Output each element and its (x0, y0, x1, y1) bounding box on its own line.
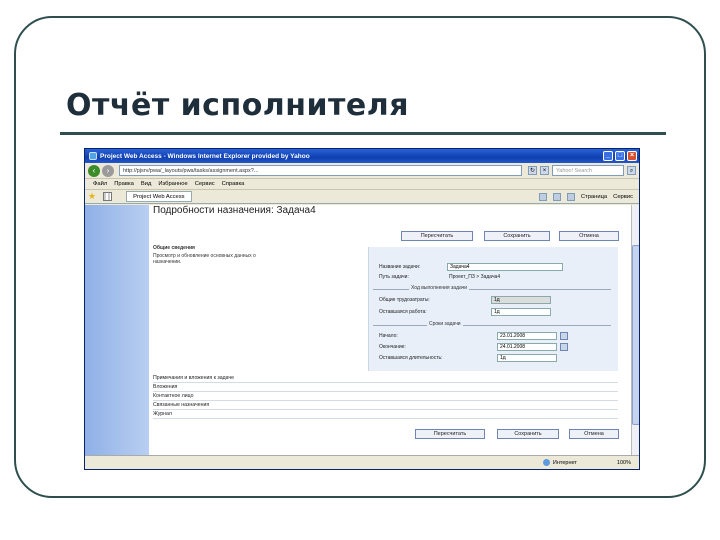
work-group-title: Ход выполнения задачи (409, 285, 470, 291)
total-work-label: Общие трудозатраты: (379, 297, 430, 303)
save-button-top[interactable]: Сохранить (484, 231, 550, 241)
page-menu[interactable]: Страница (581, 194, 607, 200)
dates-group-line (373, 325, 611, 326)
left-navigation-pane (85, 205, 149, 457)
window-title: Project Web Access - Windows Internet Ex… (100, 152, 310, 160)
tab-bar: ★ Project Web Access Страница Сервис (85, 190, 639, 204)
task-path-value: Проект_ПЗ > Задача4 (449, 274, 501, 280)
section-related-assignments[interactable]: Связанные назначения (153, 402, 618, 410)
maximize-button[interactable]: □ (615, 151, 625, 161)
ie-icon (89, 152, 97, 160)
address-bar: ‹ › http://pjsrv/pwa/_layouts/pwa/tasks/… (85, 163, 639, 179)
minimize-button[interactable]: _ (603, 151, 613, 161)
general-section-description: Просмотр и обновление основных данных о … (153, 253, 256, 265)
feeds-icon[interactable] (552, 192, 561, 201)
print-icon[interactable] (566, 192, 575, 201)
browser-window: Project Web Access - Windows Internet Ex… (84, 148, 640, 470)
menu-view[interactable]: Вид (141, 181, 152, 187)
url-input[interactable]: http://pjsrv/pwa/_layouts/pwa/tasks/assi… (119, 165, 522, 176)
refresh-icon[interactable]: ↻ (528, 166, 537, 175)
remaining-work-field[interactable]: 1д (491, 308, 551, 316)
task-name-field[interactable]: Задача4 (447, 263, 563, 271)
favorites-star-icon[interactable]: ★ (88, 191, 96, 202)
browser-titlebar: Project Web Access - Windows Internet Ex… (85, 149, 639, 163)
title-underline (60, 132, 666, 135)
back-icon[interactable]: ‹ (88, 164, 100, 177)
page-content: Подробности назначения: Задача4 Пересчит… (85, 205, 639, 457)
cancel-button-top[interactable]: Отмена (559, 231, 619, 241)
task-path-label: Путь задачи: (379, 274, 409, 280)
menu-bar: Файл Правка Вид Избранное Сервис Справка (85, 179, 639, 190)
recalculate-button-bottom[interactable]: Пересчитать (415, 429, 485, 439)
remaining-duration-label: Оставшаяся длительность: (379, 355, 443, 361)
section-history[interactable]: Журнал (153, 411, 618, 419)
search-input[interactable]: Yahoo! Search (552, 165, 624, 176)
general-section: Общие сведения Просмотр и обновление осн… (153, 245, 367, 265)
remaining-duration-field[interactable]: 1д (497, 354, 557, 362)
menu-favorites[interactable]: Избранное (158, 181, 187, 187)
menu-tools[interactable]: Сервис (195, 181, 215, 187)
globe-icon (542, 459, 550, 466)
section-notes[interactable]: Примечания и вложения к задаче (153, 375, 618, 383)
cancel-button-bottom[interactable]: Отмена (569, 429, 619, 439)
save-button-bottom[interactable]: Сохранить (497, 429, 559, 439)
search-icon[interactable]: ⌕ (627, 166, 636, 175)
start-label: Начало: (379, 333, 398, 339)
slide-title: Отчёт исполнителя (66, 88, 409, 123)
start-calendar-icon[interactable] (560, 332, 568, 340)
dates-group-title: Сроки задачи (427, 321, 463, 327)
zoom-level[interactable]: 100% (617, 460, 631, 466)
browser-tab[interactable]: Project Web Access (126, 191, 192, 202)
status-bar: Интернет 100% (85, 455, 639, 469)
vertical-scrollbar[interactable] (631, 205, 639, 457)
stop-icon[interactable]: × (540, 166, 549, 175)
recalculate-button-top[interactable]: Пересчитать (401, 231, 473, 241)
tools-menu[interactable]: Сервис (613, 194, 633, 200)
remaining-work-label: Оставшаяся работа: (379, 309, 427, 315)
quick-tabs-icon[interactable] (103, 192, 113, 201)
scroll-thumb[interactable] (632, 245, 639, 425)
section-contact[interactable]: Контактное лицо (153, 393, 618, 401)
start-date-field[interactable]: 23.01.2008 (497, 332, 557, 340)
finish-calendar-icon[interactable] (560, 343, 568, 351)
menu-file[interactable]: Файл (93, 181, 107, 187)
zone-label: Интернет (552, 459, 577, 466)
forward-icon[interactable]: › (102, 164, 114, 177)
finish-date-field[interactable]: 24.01.2008 (497, 343, 557, 351)
finish-label: Окончание: (379, 344, 406, 350)
home-icon[interactable] (538, 192, 547, 201)
general-section-title[interactable]: Общие сведения (153, 245, 367, 251)
security-zone: Интернет (542, 459, 577, 466)
menu-edit[interactable]: Правка (114, 181, 134, 187)
task-name-label: Название задачи: (379, 264, 421, 270)
page-heading: Подробности назначения: Задача4 (153, 205, 316, 216)
total-work-field: 1д (491, 296, 551, 304)
section-attachments[interactable]: Вложения (153, 384, 618, 392)
menu-help[interactable]: Справка (222, 181, 245, 187)
close-button[interactable]: × (627, 151, 637, 161)
assignment-form: Название задачи: Задача4 Путь задачи: Пр… (368, 247, 618, 371)
